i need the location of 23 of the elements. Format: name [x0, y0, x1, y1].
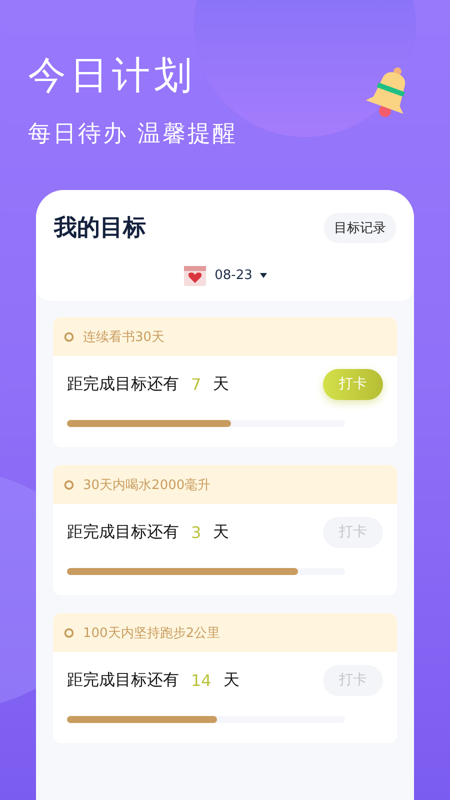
goal-remaining: 距完成目标还有 [67, 670, 179, 690]
date-picker[interactable]: 08-23 [214, 268, 252, 282]
goal-remaining: 距完成目标还有 [67, 522, 179, 542]
goal-name: 连续看书30天 [83, 328, 165, 346]
goal-days: 7 [191, 374, 202, 394]
circle-icon [64, 480, 74, 490]
circle-icon [64, 332, 74, 342]
goal-unit: 天 [213, 522, 230, 542]
goal-days: 14 [191, 670, 212, 690]
record-button[interactable]: 目标记录 [324, 212, 396, 242]
goal-name: 30天内喝水2000毫升 [83, 476, 211, 494]
page-subtitle: 每日待办 温馨提醒 [28, 120, 238, 149]
goal-days: 3 [191, 522, 202, 542]
circle-icon [64, 628, 74, 638]
section-title: 我的目标 [54, 214, 146, 243]
page-title: 今日计划 [28, 52, 196, 98]
goal-name: 100天内坚持跑步2公里 [83, 624, 220, 642]
goal-unit: 天 [213, 374, 230, 394]
calendar-icon [182, 263, 207, 287]
check-in-button[interactable]: 打卡 [323, 368, 383, 400]
goal-remaining: 距完成目标还有 [67, 374, 179, 394]
caret-icon [260, 272, 268, 278]
goal-unit: 天 [223, 670, 240, 690]
